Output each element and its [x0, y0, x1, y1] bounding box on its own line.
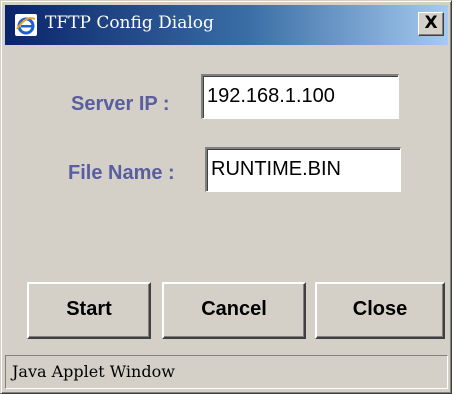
- start-button[interactable]: Start: [27, 282, 151, 339]
- cancel-button[interactable]: Cancel: [162, 282, 306, 339]
- close-button[interactable]: Close: [315, 282, 445, 339]
- server-ip-label: Server IP :: [71, 93, 170, 115]
- tftp-config-dialog: TFTP Config Dialog X Server IP : 192.168…: [0, 0, 452, 394]
- file-name-label: File Name :: [68, 162, 175, 184]
- status-text: Java Applet Window: [12, 362, 175, 381]
- status-bar: Java Applet Window: [5, 355, 448, 389]
- title-bar[interactable]: TFTP Config Dialog X: [5, 5, 448, 45]
- file-name-input[interactable]: RUNTIME.BIN: [205, 147, 401, 192]
- window-title: TFTP Config Dialog: [45, 13, 214, 33]
- server-ip-input[interactable]: 192.168.1.100: [201, 74, 399, 119]
- close-window-button[interactable]: X: [418, 12, 444, 36]
- ie-globe-icon: [15, 14, 37, 36]
